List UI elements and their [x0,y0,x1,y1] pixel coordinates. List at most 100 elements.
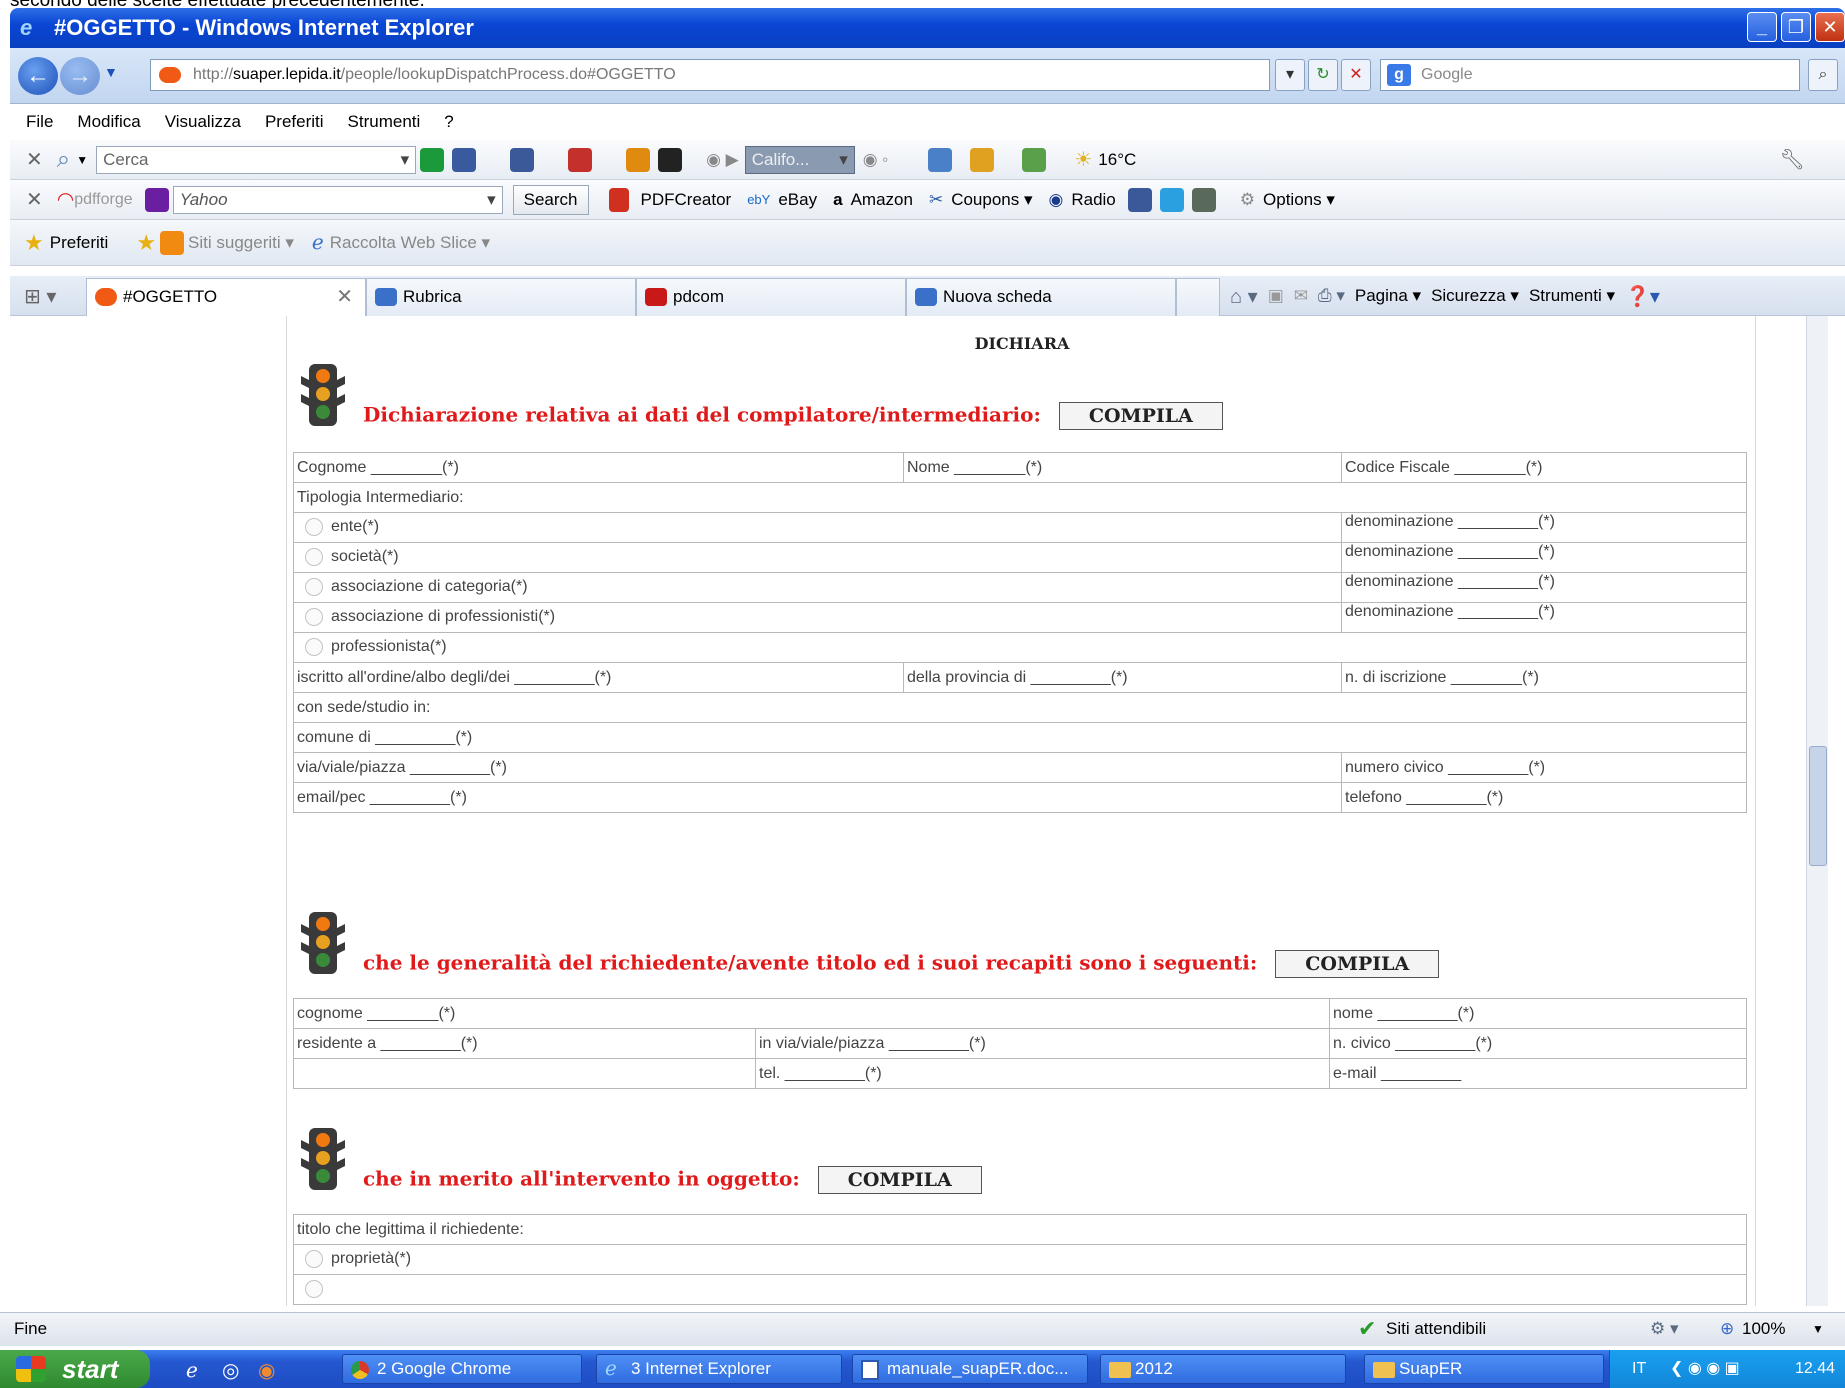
toolbar-search-button[interactable]: Search [512,184,589,215]
twitter-icon[interactable] [1159,187,1184,212]
amazon-link[interactable]: Amazon [851,190,913,210]
quicklaunch-app-icon[interactable]: ◉ [258,1358,275,1383]
denominazione-associazione-professionisti[interactable]: denominazione _________(*) [1341,602,1747,633]
tab-oggetto[interactable]: #OGGETTO ✕ [86,278,366,316]
menu-modifica[interactable]: Modifica [77,112,140,132]
radio-next[interactable] [305,1280,323,1299]
cognome-field[interactable]: Cognome ________(*) [293,452,904,483]
web-slice-link[interactable]: Raccolta Web Slice ▾ [330,233,490,253]
cmd-pagina[interactable]: Pagina ▾ [1355,286,1421,306]
numero-civico-field[interactable]: numero civico _________(*) [1341,752,1747,783]
zoom-level[interactable]: 100% [1742,1313,1785,1345]
yahoo-search-input[interactable]: Yahoo [172,185,503,214]
cmd-sicurezza[interactable]: Sicurezza ▾ [1431,286,1519,306]
search-go-button[interactable]: ⌕ [1808,59,1838,91]
richiedente-via-field[interactable]: in via/viale/piazza _________(*) [755,1028,1330,1059]
menu-visualizza[interactable]: Visualizza [165,112,241,132]
close-toolbar2-icon[interactable]: ✕ [26,187,43,212]
language-indicator[interactable]: IT [1632,1350,1646,1388]
forward-button[interactable]: → [60,57,100,95]
chevron-down-icon[interactable]: ▼ [76,153,88,167]
menu-strumenti[interactable]: Strumenti [348,112,421,132]
comune-field[interactable]: comune di _________(*) [293,722,1747,753]
wrench-icon[interactable]: 🔧︎ [1780,147,1805,172]
denominazione-societa[interactable]: denominazione _________(*) [1341,542,1747,573]
email-pec-field[interactable]: email/pec _________(*) [293,782,1342,813]
minimize-button[interactable]: _ [1747,12,1777,42]
protected-mode-icon[interactable]: ⚙ ▾ [1650,1313,1679,1345]
mail-icon[interactable] [928,147,953,172]
close-toolbar-icon[interactable]: ✕ [26,147,43,172]
menu-file[interactable]: File [26,112,53,132]
compila-button-2[interactable]: COMPILA [1275,950,1440,978]
option-associazione-categoria[interactable]: associazione di categoria(*) [293,572,1342,603]
n-iscrizione-field[interactable]: n. di iscrizione ________(*) [1341,662,1747,693]
option-associazione-professionisti[interactable]: associazione di professionisti(*) [293,602,1342,633]
stop-button[interactable]: ✕ [1341,59,1371,91]
option-proprieta[interactable]: proprietà(*) [293,1244,1747,1275]
compila-button-3[interactable]: COMPILA [817,1166,982,1194]
maximize-button[interactable]: ❐ [1781,12,1811,42]
history-dropdown-icon[interactable]: ▼ [104,64,118,80]
tab-nuova-scheda[interactable]: Nuova scheda [906,278,1176,316]
refresh-button[interactable]: ↻ [1308,59,1338,91]
richiedente-tel-field[interactable]: tel. _________(*) [755,1058,1330,1089]
denominazione-ente[interactable]: denominazione _________(*) [1341,512,1747,543]
iscritto-field[interactable]: iscritto all'ordine/albo degli/dei _____… [293,662,904,693]
scrollbar-thumb[interactable] [1809,746,1827,866]
player-controls-icon[interactable]: ◉ ▶ [706,150,739,170]
youtube-icon[interactable] [568,147,593,172]
zoom-dropdown-icon[interactable]: ▼ [1812,1313,1824,1345]
facebook-small-icon[interactable] [1127,187,1152,212]
help-icon[interactable]: ❓▾ [1625,284,1660,309]
pdfcreator-link[interactable]: PDFCreator [641,190,732,210]
add-favorite-icon[interactable]: ★ [136,230,156,256]
mail-read-icon[interactable]: ✉ [1294,286,1308,306]
address-dropdown-button[interactable]: ▾ [1275,59,1305,91]
calculator-icon[interactable] [970,147,995,172]
residente-field[interactable]: residente a _________(*) [293,1028,756,1059]
quick-tabs-icon[interactable]: ⊞ ▾ [24,284,56,309]
cerca-input[interactable]: Cerca [96,145,417,174]
options-menu[interactable]: Options ▾ [1263,190,1335,210]
richiedente-cognome-field[interactable]: cognome ________(*) [293,998,1330,1029]
star-icon[interactable] [626,147,651,172]
via-field[interactable]: via/viale/piazza _________(*) [293,752,1342,783]
task-google-chrome[interactable]: 2 Google Chrome [342,1354,582,1384]
nome-field[interactable]: Nome ________(*) [903,452,1342,483]
google-plus-icon[interactable] [1191,187,1216,212]
menu-preferiti[interactable]: Preferiti [265,112,324,132]
codice-fiscale-field[interactable]: Codice Fiscale ________(*) [1341,452,1747,483]
map-icon[interactable] [1022,147,1047,172]
option-ente[interactable]: ente(*) [293,512,1342,543]
radio-associazione-professionisti[interactable] [305,608,323,627]
radio-station-select[interactable]: Califo... [744,145,855,174]
task-folder-suaper[interactable]: SuapER [1364,1354,1604,1384]
feeds-icon[interactable]: ▣ [1268,286,1284,306]
home-icon[interactable]: ⌂ ▾ [1230,284,1258,309]
tab-close-icon[interactable]: ✕ [336,279,353,315]
menu-help[interactable]: ? [444,112,453,132]
close-button[interactable]: ✕ [1815,12,1845,42]
option-professionista[interactable]: professionista(*) [293,632,1747,663]
go-icon[interactable] [420,147,445,172]
richiedente-civico-field[interactable]: n. civico _________(*) [1329,1028,1747,1059]
radio-proprieta[interactable] [305,1250,323,1269]
print-icon[interactable]: ⎙ ▾ [1318,286,1345,306]
tray-icons[interactable]: ❮ ◉ ◉ ▣ [1670,1350,1740,1388]
task-folder-2012[interactable]: 2012 [1100,1354,1346,1384]
task-word-document[interactable]: manuale_suapER.doc... [852,1354,1088,1384]
coupons-link[interactable]: Coupons ▾ [951,190,1032,210]
ebay-link[interactable]: eBay [778,190,817,210]
tab-rubrica[interactable]: Rubrica [366,278,636,316]
quicklaunch-ie-icon[interactable]: ℯ [186,1358,198,1383]
radio-ente[interactable] [305,518,323,537]
volume-icon[interactable]: ◉ ◦ [863,150,889,170]
radio-professionista[interactable] [305,638,323,657]
facebook-icon[interactable] [510,147,535,172]
favorites-button[interactable]: Preferiti [50,233,109,253]
option-next-cut[interactable] [293,1274,1747,1305]
quicklaunch-browser-icon[interactable]: ◎ [222,1358,239,1383]
telefono-field[interactable]: telefono _________(*) [1341,782,1747,813]
radio-associazione-categoria[interactable] [305,578,323,597]
